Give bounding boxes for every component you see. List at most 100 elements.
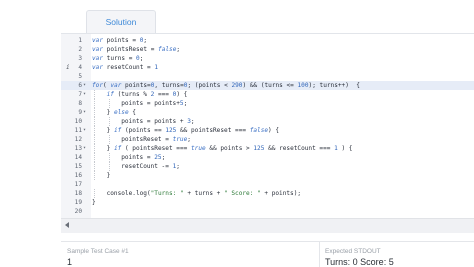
code-token: var	[92, 55, 104, 62]
code-line[interactable]: 1 var points = 0;	[61, 36, 474, 45]
code-text[interactable]: points = points+5;	[121, 99, 187, 108]
code-line[interactable]: 15 resetCount -= 1;	[61, 162, 474, 171]
code-token: ;	[143, 37, 148, 44]
code-text[interactable]: }	[92, 198, 96, 207]
line-number: 18	[74, 190, 82, 197]
indent-guide	[108, 135, 110, 144]
line-number: 15	[74, 163, 82, 170]
code-token: points=	[121, 82, 151, 89]
line-number: 17	[74, 181, 82, 188]
code-line[interactable]: 4 i var resetCount = 1	[61, 63, 474, 72]
tab-solution[interactable]: Solution	[86, 10, 156, 33]
code-token: for	[92, 82, 104, 89]
code-token: ( pointsReset ===	[121, 145, 191, 152]
line-number: 9	[78, 109, 82, 116]
indent-guide	[94, 153, 95, 162]
code-token: ); turns++) {	[308, 82, 360, 89]
line-number: 3	[78, 55, 82, 62]
code-editor[interactable]: 1 var points = 0; 2 var pointsReset = false…	[61, 33, 474, 233]
code-text[interactable]: points = points + 3;	[121, 117, 194, 126]
indent-guide	[94, 189, 95, 198]
code-token: console.log(	[106, 190, 151, 197]
code-line[interactable]: 7 ▾ if (turns % 2 === 0) {	[61, 90, 474, 99]
code-token: resetCount =	[103, 64, 155, 71]
code-text[interactable]: }	[107, 171, 111, 180]
code-text[interactable]: for( var points=0, turns=0; (points < 29…	[92, 81, 360, 90]
fold-toggle-icon[interactable]: ▾	[83, 126, 89, 135]
code-token: 290	[231, 82, 243, 89]
indent-guide	[94, 126, 95, 135]
code-line[interactable]: 10 points = points + 3;	[61, 117, 474, 126]
expected-stdout-label: Expected STDOUT	[325, 248, 381, 255]
code-text[interactable]: resetCount -= 1;	[121, 162, 180, 171]
code-token: (points ==	[121, 127, 166, 134]
code-line[interactable]: 20	[61, 207, 474, 216]
code-text[interactable]: } if (points == 125 && pointsReset === f…	[107, 126, 279, 135]
indent-guide	[108, 153, 110, 162]
code-token: && pointsReset ===	[176, 127, 250, 134]
code-token: ;	[161, 154, 166, 161]
code-text[interactable]: if (turns % 2 === 0) {	[107, 90, 188, 99]
code-line[interactable]: 3 var turns = 0;	[61, 54, 474, 63]
code-line[interactable]: 12 pointsReset = true;	[61, 135, 474, 144]
code-line[interactable]: 13 ▾} if ( pointsReset === true && points…	[61, 144, 474, 153]
info-marker-icon[interactable]: i	[66, 63, 74, 72]
code-line[interactable]: 19}	[61, 198, 474, 207]
code-text[interactable]: var pointsReset = false;	[92, 45, 180, 54]
code-line[interactable]: 16}	[61, 171, 474, 180]
code-line[interactable]: 8 points = points+5;	[61, 99, 474, 108]
horizontal-scrollbar[interactable]	[61, 218, 474, 233]
code-token: ;	[183, 100, 188, 107]
scroll-left-icon[interactable]	[65, 222, 69, 228]
fold-toggle-icon[interactable]: ▾	[83, 108, 89, 117]
code-line[interactable]: 9 ▾ } else {	[61, 108, 474, 117]
code-text[interactable]: } else {	[107, 108, 136, 117]
indent-guide	[108, 99, 110, 108]
fold-toggle-icon[interactable]: ▾	[83, 90, 89, 99]
code-line[interactable]: 11 ▾ } if (points == 125 && pointsReset ==…	[61, 126, 474, 135]
code-token: points = points+	[121, 100, 180, 107]
code-text[interactable]: console.log("Turns: " + turns + " Score:…	[107, 189, 301, 198]
fold-toggle-icon[interactable]: ▾	[83, 81, 89, 90]
code-token: false	[249, 127, 269, 134]
indent-guide	[94, 90, 95, 99]
code-token: false	[158, 46, 177, 53]
indent-guide	[94, 117, 95, 126]
code-token: turns =	[103, 55, 137, 62]
code-token: + turns +	[183, 190, 225, 197]
code-token: {	[128, 109, 136, 116]
sample-test-case-label: Sample Test Case #1	[67, 248, 129, 255]
code-line[interactable]: 17	[61, 180, 474, 189]
code-text[interactable]: var turns = 0;	[92, 54, 143, 63]
line-number: 1	[78, 37, 82, 44]
code-token: true	[191, 145, 206, 152]
code-token: ; (points <	[187, 82, 232, 89]
line-number: 7	[78, 91, 82, 98]
code-token: && points >	[205, 145, 254, 152]
code-token: points = points +	[121, 118, 188, 125]
indent-guide	[94, 144, 95, 153]
code-token: 100	[297, 82, 309, 89]
fold-toggle-icon[interactable]: ▾	[83, 144, 89, 153]
code-line[interactable]: 5	[61, 72, 474, 81]
line-number: 12	[74, 136, 82, 143]
line-number: 11	[74, 127, 82, 134]
code-text[interactable]: var points = 0;	[92, 36, 147, 45]
code-token: " Score: "	[224, 190, 261, 197]
line-number: 6	[78, 82, 82, 89]
indent-guide	[94, 99, 95, 108]
code-line[interactable]: 14 points = 25;	[61, 153, 474, 162]
code-token: ;	[176, 163, 180, 170]
code-line[interactable]: 2 var pointsReset = false;	[61, 45, 474, 54]
code-text[interactable]: pointsReset = true;	[121, 135, 191, 144]
code-token: ) {	[337, 145, 353, 152]
line-number: 5	[78, 73, 82, 80]
code-text[interactable]: var resetCount = 1	[92, 63, 158, 72]
indent-guide	[94, 162, 95, 171]
code-line[interactable]: 18 console.log("Turns: " + turns + " Scor…	[61, 189, 474, 198]
code-text[interactable]: points = 25;	[121, 153, 165, 162]
code-text[interactable]: } if ( pointsReset === true && points > …	[107, 144, 353, 153]
code-token: 125	[165, 127, 177, 134]
code-token: + points);	[260, 190, 302, 197]
code-line[interactable]: 6 ▾ for( var points=0, turns=0; (points < …	[61, 81, 474, 90]
